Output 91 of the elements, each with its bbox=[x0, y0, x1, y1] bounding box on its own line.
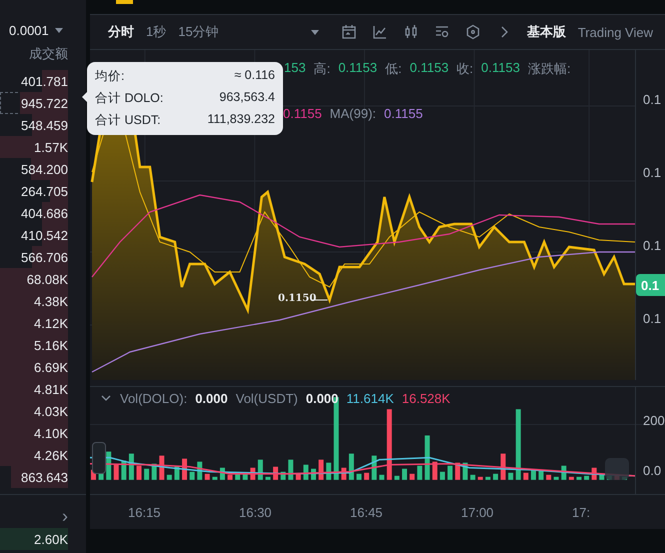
legend-value: 0.1155 bbox=[283, 106, 322, 121]
volume-row[interactable]: 4.03K bbox=[0, 400, 68, 422]
price-axis-label: 0.1 bbox=[642, 311, 662, 328]
volume-row[interactable]: 548.459 bbox=[0, 114, 68, 136]
interval-tab[interactable]: 1秒 bbox=[146, 23, 166, 41]
calendar-icon[interactable] bbox=[340, 24, 357, 40]
tooltip-value: ≈ 0.116 bbox=[234, 68, 275, 84]
legend-label: 收: bbox=[456, 60, 474, 78]
view-tab[interactable]: Trading View bbox=[578, 24, 653, 40]
settings-icon[interactable] bbox=[434, 24, 450, 40]
price-axis-label: 0.1 bbox=[642, 165, 662, 182]
volume-row[interactable]: 6.69K bbox=[0, 356, 68, 378]
volume-value: 6.69K bbox=[34, 360, 68, 374]
volume-row[interactable]: 945.722 bbox=[0, 92, 68, 114]
volume-row[interactable]: 1.57K bbox=[0, 136, 68, 158]
volume-row[interactable]: 5.16K bbox=[0, 334, 68, 356]
price-axis-label: 0.1 bbox=[642, 238, 662, 255]
volume-value: 4.26K bbox=[34, 448, 68, 462]
legend-value: 153 bbox=[284, 60, 306, 77]
volume-value: 401.781 bbox=[21, 74, 68, 88]
hexagon-icon[interactable] bbox=[464, 24, 481, 40]
legend-label: 高: bbox=[314, 60, 330, 78]
volume-value: 4.12K bbox=[34, 316, 68, 330]
volume-row[interactable]: 4.81K bbox=[0, 378, 68, 400]
volume-row[interactable]: 68.08K bbox=[0, 268, 68, 290]
legend-label: Vol(USDT) bbox=[236, 391, 298, 406]
volume-value: 4.03K bbox=[34, 404, 68, 418]
price-axis-label: 0.1 bbox=[642, 92, 662, 109]
volume-row[interactable]: 4.38K bbox=[0, 290, 68, 312]
time-axis-label: 16:15 bbox=[128, 504, 162, 520]
tooltip-value: 963,563.4 bbox=[219, 90, 275, 106]
volume-value: 2.60K bbox=[34, 532, 68, 546]
tooltip-label: 合计 DOLO: bbox=[95, 90, 164, 107]
time-axis-label: 16:45 bbox=[350, 504, 384, 520]
volume-row[interactable]: 4.10K bbox=[0, 422, 68, 444]
legend-value: 0.1153 bbox=[481, 60, 520, 77]
interval-tab[interactable]: 15分钟 bbox=[178, 23, 219, 41]
volume-axis-label: 0.0 bbox=[642, 463, 662, 480]
time-axis-label: 17: bbox=[572, 504, 592, 520]
volume-value: 4.38K bbox=[34, 294, 68, 308]
volume-row[interactable]: 4.12K bbox=[0, 312, 68, 334]
legend-value: 11.614K bbox=[346, 391, 394, 406]
last-price-badge: 0.1 bbox=[636, 274, 665, 296]
legend-value: 16.528K bbox=[402, 391, 450, 406]
volume-value: 410.542 bbox=[21, 228, 68, 242]
caret-icon[interactable] bbox=[310, 30, 319, 34]
tooltip-value: 111,839.232 bbox=[207, 112, 275, 128]
volume-value: 264.705 bbox=[21, 184, 68, 198]
volume-row[interactable]: 264.705 bbox=[0, 180, 68, 202]
volume-row[interactable]: 863.643 bbox=[0, 466, 68, 488]
legend-value: 0.1153 bbox=[338, 60, 378, 77]
legend-value: 0.000 bbox=[306, 391, 338, 406]
volume-row[interactable]: 584.200 bbox=[0, 158, 68, 180]
legend-label: 涨跌幅: bbox=[528, 60, 571, 78]
volume-row[interactable]: 566.706 bbox=[0, 246, 68, 268]
tooltip-label: 均价: bbox=[95, 68, 124, 85]
volume-value: 1.57K bbox=[34, 140, 68, 154]
volume-value: 863.643 bbox=[21, 470, 68, 484]
volume-value: 945.722 bbox=[21, 96, 68, 110]
volume-value: 548.459 bbox=[21, 118, 68, 132]
volume-row[interactable]: 2.60K bbox=[0, 528, 68, 550]
view-tab[interactable]: 基本版 bbox=[526, 23, 566, 41]
volume-row[interactable]: 404.686 bbox=[0, 202, 68, 224]
volume-value: 4.10K bbox=[34, 426, 68, 440]
caret-icon bbox=[54, 28, 63, 32]
active-indicator bbox=[116, 0, 133, 4]
interval-tab[interactable]: 分时 bbox=[108, 23, 134, 41]
legend-value: 0.1155 bbox=[384, 106, 423, 121]
low-price-label: 0.1150 bbox=[278, 293, 316, 304]
volume-value: 566.706 bbox=[21, 250, 68, 264]
column-title: 成交额 bbox=[28, 45, 68, 63]
legend-label: 低: bbox=[385, 60, 402, 78]
time-axis-label: 16:30 bbox=[239, 504, 273, 520]
volume-axis-label: 200 bbox=[642, 413, 665, 430]
line-chart-icon[interactable] bbox=[372, 24, 388, 40]
precision-select[interactable]: 0.0001 bbox=[0, 0, 86, 40]
volume-value: 68.08K bbox=[26, 272, 68, 286]
legend-label: MA(99): bbox=[330, 106, 376, 121]
legend-value: 0.000 bbox=[195, 391, 228, 406]
volume-value: 5.16K bbox=[34, 338, 68, 352]
candlestick-icon[interactable] bbox=[402, 24, 419, 40]
volume-row[interactable]: 4.26K bbox=[0, 444, 68, 466]
legend-value: 0.1153 bbox=[410, 60, 449, 77]
time-axis-label: 17:00 bbox=[461, 504, 495, 520]
volume-value: 4.81K bbox=[34, 382, 68, 396]
legend-label: Vol(DOLO): bbox=[120, 391, 188, 406]
volume-row[interactable]: 410.542 bbox=[0, 224, 68, 246]
tooltip-label: 合计 USDT: bbox=[95, 112, 161, 129]
volume-value: 584.200 bbox=[21, 162, 68, 176]
volume-value: 404.686 bbox=[21, 206, 68, 220]
volume-row[interactable]: 401.781 bbox=[0, 70, 68, 92]
